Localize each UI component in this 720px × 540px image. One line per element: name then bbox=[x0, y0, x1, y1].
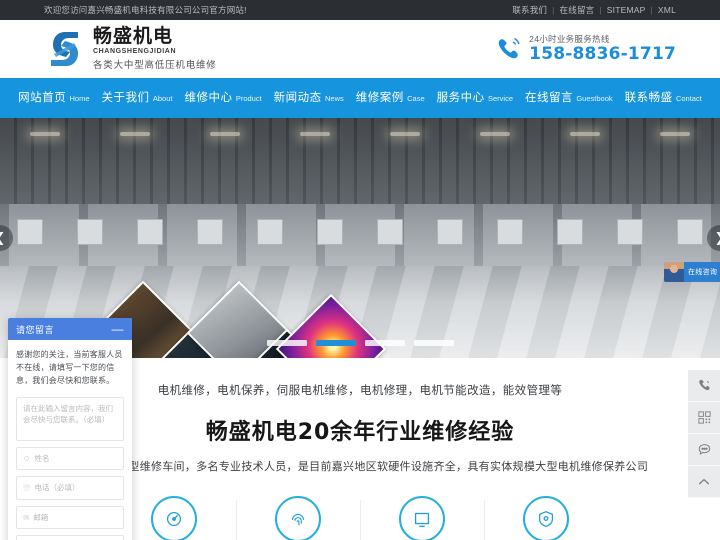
nav-item-service[interactable]: 服务中心 Service bbox=[431, 90, 519, 105]
address-field[interactable]: ◎ 地址 bbox=[16, 535, 124, 540]
nav-label-cn: 维修中心 bbox=[184, 92, 233, 105]
online-consult-label: 在线咨询 bbox=[688, 269, 718, 276]
brand-name-cn: 畅盛机电 bbox=[93, 25, 174, 48]
message-textarea[interactable]: 请在此输入留言内容，我们会尽快与您联系。（必填） bbox=[16, 396, 124, 441]
top-link-separator: | bbox=[599, 5, 602, 15]
hotline-block: 24小时业务服务热线 158-8836-1717 bbox=[495, 33, 676, 65]
service-avatar-icon bbox=[664, 262, 684, 282]
top-utility-bar: 欢迎您访问嘉兴畅盛机电科技有限公司公司官方网站! 联系我们 | 在线留言 | S… bbox=[0, 0, 720, 20]
wall-panels bbox=[0, 214, 720, 250]
mail-icon: ✉ bbox=[23, 512, 30, 522]
nav-label-cn: 网站首页 bbox=[18, 92, 67, 105]
nav-label-cn: 在线留言 bbox=[525, 92, 573, 105]
nav-label-en: About bbox=[152, 94, 173, 104]
nav-item-case[interactable]: 维修案例 Case bbox=[350, 90, 431, 105]
name-placeholder: 姓名 bbox=[34, 453, 50, 463]
site-header: 畅盛机电 CHANGSHENGJIDIAN 各类大中型高低压机电维修 24小时业… bbox=[0, 20, 720, 78]
message-placeholder: 请在此输入留言内容，我们会尽快与您联系。（必填） bbox=[23, 403, 113, 425]
ceiling-lights bbox=[0, 132, 720, 186]
brand-block[interactable]: 畅盛机电 CHANGSHENGJIDIAN 各类大中型高低压机电维修 bbox=[44, 25, 217, 71]
nav-item-contact[interactable]: 联系畅盛 Contact bbox=[619, 90, 708, 105]
nav-item-news[interactable]: 新闻动态 News bbox=[268, 90, 350, 105]
nav-label-en: News bbox=[325, 94, 344, 104]
rail-buttons bbox=[688, 370, 720, 498]
carousel-dot-3[interactable] bbox=[364, 340, 405, 346]
nav-item-about[interactable]: 关于我们 About bbox=[96, 90, 179, 105]
top-links: 联系我们 | 在线留言 | SITEMAP | XML bbox=[512, 4, 676, 16]
main-navigation: 网站首页 Home 关于我们 About 维修中心 Product 新闻动态 N… bbox=[0, 78, 720, 118]
nav-item-guestbook[interactable]: 在线留言 Guestbook bbox=[519, 90, 619, 105]
carousel-dot-1[interactable] bbox=[266, 340, 307, 346]
phone-field[interactable]: ☏ 电话（必填） bbox=[16, 476, 124, 500]
top-link-separator: | bbox=[650, 5, 653, 15]
user-icon: ☉ bbox=[23, 453, 31, 463]
qrcode-icon[interactable] bbox=[688, 402, 720, 434]
phone-icon: ☏ bbox=[23, 483, 31, 493]
nav-label-en: Service bbox=[487, 94, 513, 104]
minimize-icon[interactable]: — bbox=[112, 323, 125, 335]
chat-title: 请您留言 bbox=[16, 324, 55, 335]
nav-item-product[interactable]: 维修中心 Product bbox=[178, 90, 267, 105]
brand-name-en: CHANGSHENGJIDIAN bbox=[93, 47, 177, 55]
top-link-xml[interactable]: XML bbox=[658, 5, 676, 15]
chat-message: 感谢您的关注，当前客服人员不在线，请填写一下您的信息，我们会尽快和您联系。 bbox=[16, 350, 123, 386]
message-icon[interactable] bbox=[688, 434, 720, 466]
top-link-sitemap[interactable]: SITEMAP bbox=[607, 5, 646, 15]
welcome-text: 欢迎您访问嘉兴畅盛机电科技有限公司公司官方网站! bbox=[44, 5, 247, 15]
nav-label-cn: 关于我们 bbox=[101, 92, 150, 105]
top-link-guestbook[interactable]: 在线留言 bbox=[560, 4, 595, 16]
carousel-dot-4[interactable] bbox=[413, 340, 454, 346]
online-consult-badge[interactable]: 在线咨询 bbox=[664, 262, 720, 282]
phone-placeholder: 电话（必填） bbox=[34, 483, 80, 493]
email-field[interactable]: ✉ 邮箱 bbox=[16, 505, 124, 530]
chat-body: 感谢您的关注，当前客服人员不在线，请填写一下您的信息，我们会尽快和您联系。 请在… bbox=[8, 340, 132, 540]
chat-header: 请您留言 — bbox=[8, 318, 132, 340]
nav-item-home[interactable]: 网站首页 Home bbox=[12, 90, 95, 105]
nav-label-en: Guestbook bbox=[576, 94, 613, 104]
leave-message-widget: 请您留言 — 感谢您的关注，当前客服人员不在线，请填写一下您的信息，我们会尽快和… bbox=[8, 318, 132, 540]
nav-label-en: Product bbox=[235, 94, 262, 104]
phone-icon[interactable] bbox=[688, 370, 720, 402]
carousel-dot-2[interactable] bbox=[315, 340, 356, 346]
nav-label-cn: 新闻动态 bbox=[273, 92, 322, 105]
nav-label-cn: 联系畅盛 bbox=[624, 92, 673, 105]
nav-label-en: Contact bbox=[675, 94, 702, 104]
changsheng-logo-icon bbox=[44, 29, 84, 69]
email-placeholder: 邮箱 bbox=[33, 512, 49, 522]
nav-label-cn: 服务中心 bbox=[436, 92, 485, 105]
nav-label-en: Case bbox=[407, 94, 425, 104]
top-link-separator: | bbox=[552, 5, 555, 15]
hotline-number: 158-8836-1717 bbox=[529, 44, 676, 65]
top-link-contact[interactable]: 联系我们 bbox=[512, 4, 547, 16]
brand-slogan: 各类大中型高低压机电维修 bbox=[93, 59, 217, 71]
back-to-top-icon[interactable] bbox=[688, 466, 720, 498]
name-field[interactable]: ☉ 姓名 bbox=[16, 446, 124, 471]
nav-label-cn: 维修案例 bbox=[355, 92, 404, 105]
nav-label-en: Home bbox=[69, 94, 90, 104]
phone-ring-icon bbox=[495, 36, 521, 62]
